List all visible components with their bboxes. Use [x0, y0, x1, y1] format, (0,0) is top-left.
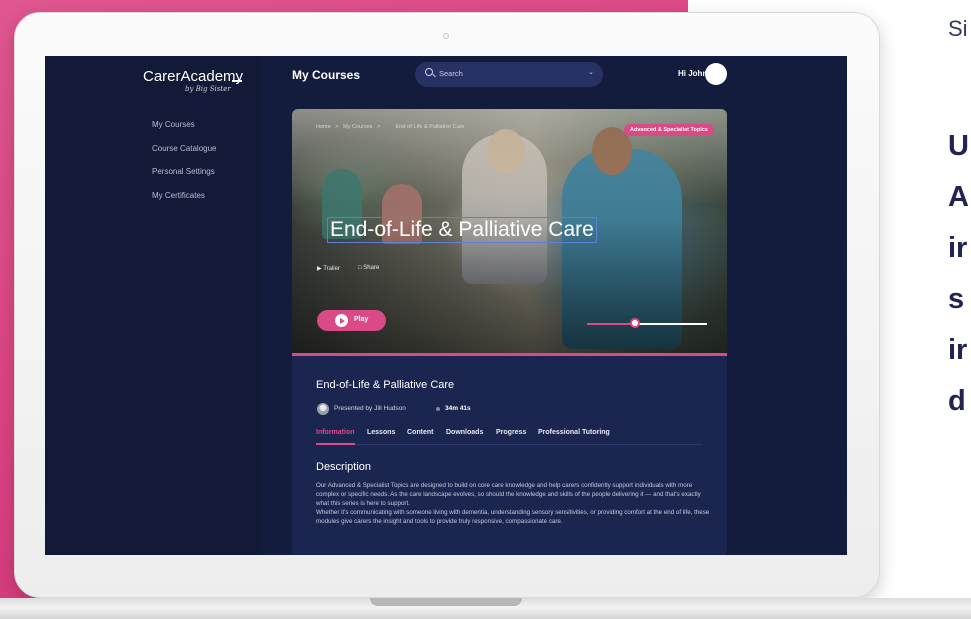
course-details: End-of-Life & Palliative Care Presented … [292, 356, 727, 555]
sidebar-item-course-catalogue[interactable]: Course Catalogue [152, 144, 216, 153]
volume-slider-fill [587, 323, 635, 325]
tab-downloads[interactable]: Downloads [446, 429, 483, 436]
sidebar-item-my-certificates[interactable]: My Certificates [152, 191, 205, 200]
side-line: U [948, 130, 969, 162]
avatar[interactable] [705, 63, 727, 85]
trailer-label: Trailer [323, 266, 340, 272]
description-heading: Description [316, 461, 372, 473]
side-line: s [948, 283, 965, 315]
chevron-down-icon[interactable]: ⌄ [588, 68, 594, 76]
play-label: Play [354, 316, 369, 323]
logo-underline [232, 80, 242, 82]
share-label: Share [363, 265, 380, 271]
hero-title: End-of-Life & Palliative Care [327, 217, 597, 243]
presenter-name: Presented by Jill Hudson [334, 405, 406, 412]
breadcrumb-home[interactable]: Home [316, 124, 331, 130]
course-duration: 34m 41s [445, 405, 471, 412]
breadcrumb-separator: > [377, 124, 381, 130]
side-signature: Si [948, 16, 968, 41]
volume-slider-handle[interactable] [630, 318, 640, 328]
clock-icon [436, 407, 440, 411]
play-button[interactable]: Play [317, 310, 386, 331]
sidebar: CarerAcademy by Big Sister My Courses Co… [45, 56, 261, 555]
play-icon [335, 314, 348, 327]
search-placeholder: Search [439, 69, 463, 78]
tab-progress[interactable]: Progress [496, 429, 526, 436]
presenter-avatar [317, 403, 329, 415]
tab-information[interactable]: Information [316, 429, 355, 436]
category-badge: Advanced & Specialist Topics [624, 124, 714, 136]
tab-professional-tutoring[interactable]: Professional Tutoring [538, 429, 610, 436]
top-bar: My Courses Search ⌄ Hi John [261, 56, 847, 94]
course-hero: Home > My Courses > End-of-Life & Pallia… [292, 109, 727, 356]
app-screen: CarerAcademy by Big Sister My Courses Co… [45, 56, 847, 555]
logo[interactable]: CarerAcademy [143, 68, 243, 85]
breadcrumb: Home > My Courses > End-of-Life & Pallia… [316, 124, 465, 130]
tab-content[interactable]: Content [407, 429, 433, 436]
breadcrumb-current: End-of-Life & Palliative Care [395, 124, 465, 130]
breadcrumb-my-courses[interactable]: My Courses [343, 124, 372, 130]
sidebar-item-my-courses[interactable]: My Courses [152, 120, 195, 129]
side-line: ir [948, 232, 968, 264]
search-icon [425, 68, 433, 76]
tab-lessons[interactable]: Lessons [367, 429, 395, 436]
play-circle-icon: ▶ [317, 266, 322, 272]
search-input[interactable]: Search ⌄ [415, 62, 603, 87]
user-greeting: Hi John [678, 69, 708, 78]
logo-subtitle: by Big Sister [185, 85, 231, 93]
side-line: d [948, 385, 966, 417]
side-line: A [948, 181, 969, 213]
page-title: My Courses [292, 68, 361, 82]
laptop-notch [370, 598, 522, 606]
side-headline: Si U A ir s ir d [948, 0, 971, 619]
course-title: End-of-Life & Palliative Care [316, 379, 455, 391]
sidebar-item-personal-settings[interactable]: Personal Settings [152, 167, 215, 176]
course-tabs: Information Lessons Content Downloads Pr… [316, 429, 702, 445]
active-tab-indicator [316, 443, 355, 445]
description-paragraph: Our Advanced & Specialist Topics are des… [316, 482, 701, 508]
trailer-button[interactable]: ▶ Trailer [317, 265, 340, 272]
breadcrumb-separator: > [335, 124, 339, 130]
share-icon: □ [358, 265, 362, 271]
side-line: ir [948, 334, 968, 366]
description-text: Our Advanced & Specialist Topics are des… [316, 481, 711, 526]
description-paragraph: Whether it's communicating with someone … [316, 509, 710, 526]
share-button[interactable]: □ Share [358, 265, 379, 271]
camera-icon [443, 33, 449, 39]
